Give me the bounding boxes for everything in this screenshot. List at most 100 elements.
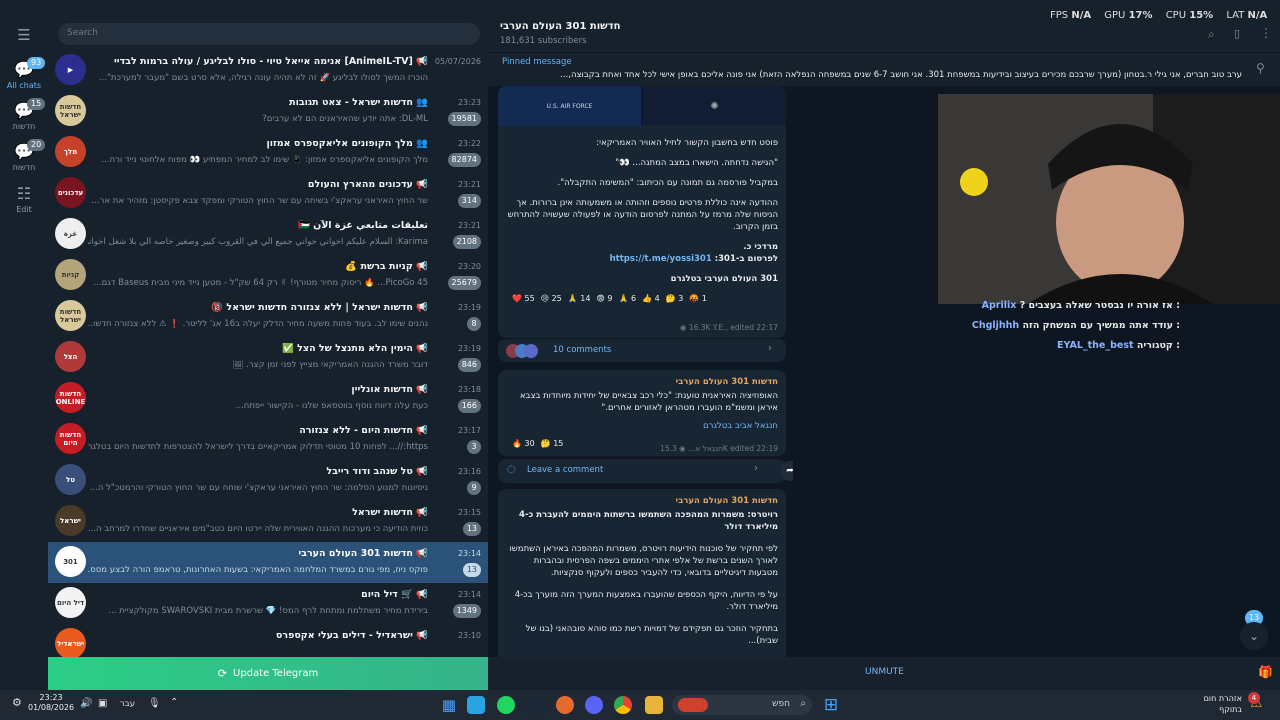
gift-icon[interactable]: 🎁 xyxy=(1258,665,1273,679)
reaction-chip[interactable]: 🙏 14 xyxy=(568,293,591,305)
folder-news-2[interactable]: 💬 20 חדשות xyxy=(0,139,48,172)
chat-avatar: חדשות היום xyxy=(55,423,86,454)
edited-time: edited 22:17 xyxy=(730,323,778,332)
sidebar-toggle-icon[interactable]: ▯ xyxy=(1234,27,1240,40)
channel-post: U.S. AIR FORCE ✺ פוסט חדש בחשבון הקשור ל… xyxy=(498,86,786,338)
eye-icon: ◉ xyxy=(679,444,686,453)
comments-link[interactable]: 10 comments xyxy=(553,345,611,355)
leave-comment-bar[interactable]: ◌ Leave a comment › xyxy=(498,459,786,483)
chat-row[interactable]: غزة تعليقات متابعي غزة الآن 🇵🇸 Karima: الس… xyxy=(48,214,488,255)
reaction-emoji: 🤔 xyxy=(540,439,551,448)
chat-row[interactable]: קניות 📢 קניות ברשת 💰 PicoGo 45... 🔥 ריסוק … xyxy=(48,255,488,296)
unmute-button[interactable]: UNMUTE xyxy=(865,667,904,677)
stream-chat-user: Aprilix xyxy=(981,300,1017,311)
start-icon[interactable]: ⊞ xyxy=(822,696,840,714)
edit-folders-button[interactable]: ☷ Edit xyxy=(0,184,48,214)
lat-label: LAT xyxy=(1226,10,1245,21)
chat-row[interactable]: חדשות היום 📢 חדשות היום - ללא צנזורה https… xyxy=(48,419,488,460)
network-icon[interactable]: ▣ xyxy=(98,698,107,709)
chevron-right-icon: › xyxy=(754,463,758,474)
chat-row[interactable]: 301 📢 חדשות 301 העולם הערבי פוקס ניוז, מפי… xyxy=(48,542,488,583)
reaction-chip[interactable]: 🔥 30 xyxy=(512,438,535,450)
stream-chat-text: : עודד אתה ממשיך עם המשחק הזה xyxy=(1022,320,1181,331)
discord-taskbar-icon[interactable] xyxy=(585,696,603,714)
pinned-message-bar[interactable]: Pinned message ערב טוב חברים, אני גילי ר… xyxy=(488,52,1280,86)
chat-row[interactable]: חדשות ONLINE 📢 חדשות אונליין כעת עלה דיווח… xyxy=(48,378,488,419)
post-link[interactable]: חנגאל אביב בטלגרם xyxy=(498,420,786,432)
post-image[interactable]: U.S. AIR FORCE ✺ xyxy=(498,86,786,126)
chat-row[interactable]: חדשות ישראל 📢 חדשות ישראל | ללא צנזורה חד… xyxy=(48,296,488,337)
post-channel-name: חדשות 301 העולם הערבי xyxy=(675,496,778,506)
reaction-chip[interactable]: 😨 9 xyxy=(596,293,612,305)
spotify-taskbar-icon[interactable] xyxy=(497,696,515,714)
post-paragraph: "הגישה נדחתה. הישארו במצב המתנה... 👀" xyxy=(615,158,778,168)
reaction-chip[interactable]: 🙏 6 xyxy=(618,293,636,305)
chat-avatar: 301 xyxy=(55,546,86,577)
publish-link[interactable]: https://t.me/yossi301 xyxy=(610,254,712,264)
chevron-up-icon[interactable]: ⌃ xyxy=(170,697,178,708)
chat-avatar: חדשות ישראל xyxy=(55,300,86,331)
language-indicator[interactable]: עבר xyxy=(120,699,135,709)
reaction-chip[interactable]: 😢 25 xyxy=(541,293,562,305)
clock[interactable]: 23:23 01/08/2026 xyxy=(28,693,74,713)
taskbar-search-box[interactable]: חפש ⌕ xyxy=(672,695,812,715)
gpu-label: GPU xyxy=(1104,10,1126,21)
chat-time: 23:18 xyxy=(457,385,481,394)
more-options-icon[interactable]: ⋮ xyxy=(1260,26,1272,40)
chat-preview: מלך הקופונים אליאקספרס אמזון: 📱 שימו לב … xyxy=(101,155,428,165)
volume-icon[interactable]: 🔊 xyxy=(80,698,92,709)
chat-row[interactable]: ▶ 📢 [AnimeIL-TV] אנימה אייאל טיוי - סולו … xyxy=(48,50,488,91)
weather-widget[interactable]: אזהרת חום בתוקף xyxy=(1180,693,1242,715)
reaction-emoji: 😢 xyxy=(540,294,550,303)
steam-taskbar-icon[interactable] xyxy=(527,696,545,714)
task-view-icon[interactable]: ▦ xyxy=(440,696,458,714)
search-input[interactable]: Search xyxy=(58,23,480,45)
share-button[interactable]: ➦ xyxy=(780,461,793,481)
reaction-chip[interactable]: 👍 4 xyxy=(642,293,660,305)
leave-comment-link[interactable]: Leave a comment xyxy=(527,465,603,475)
settings-icon[interactable]: ⚙ xyxy=(12,696,22,709)
reaction-chip[interactable]: ❤️ 55 xyxy=(512,293,535,305)
chat-title: 📢 חדשות אונליין xyxy=(351,384,428,395)
obs-taskbar-icon[interactable] xyxy=(556,696,574,714)
channel-title[interactable]: חדשות 301 העולם הערבי xyxy=(500,21,621,32)
search-icon[interactable]: ⌕ xyxy=(1208,27,1215,42)
reaction-chip[interactable]: 🤬 1 xyxy=(689,293,707,305)
reaction-chip[interactable]: 🤔 15 xyxy=(541,438,564,450)
comments-bar[interactable]: 10 comments › xyxy=(498,338,786,362)
reaction-chip[interactable]: 🤔 3 xyxy=(666,293,684,305)
pin-icon[interactable]: ⚲ xyxy=(1256,61,1265,75)
microphone-icon[interactable]: 🎙 xyxy=(148,698,161,709)
menu-icon[interactable]: ☰ xyxy=(16,26,32,44)
chat-title: 📢 קניות ברשת 💰 xyxy=(345,261,428,272)
chat-row[interactable]: טל 📢 טל שנהב ודוד רייבל ניסיונות למנוע הסל… xyxy=(48,460,488,501)
message-feed: U.S. AIR FORCE ✺ פוסט חדש בחשבון הקשור ל… xyxy=(488,86,793,657)
file-explorer-taskbar-icon[interactable] xyxy=(645,696,663,714)
folder-label: All chats xyxy=(6,81,42,90)
sliders-icon: ☷ xyxy=(16,184,32,203)
chat-preview: https://... לפחות 10 מטוסי תדלוק אמריקאי… xyxy=(88,442,428,452)
folder-all-chats[interactable]: 💬 93 All chats xyxy=(0,57,48,90)
chat-title: 📢 חדשות 301 העולם הערבי xyxy=(298,548,428,559)
chat-time: 23:19 xyxy=(457,344,481,353)
chat-row[interactable]: הצל 📢 הימין הלא מתנצל של הצל ✅ דובר משרד ה… xyxy=(48,337,488,378)
cpu-label: CPU xyxy=(1165,10,1187,21)
commenter-avatars xyxy=(506,344,544,358)
chat-row[interactable]: ישראל 📢 חדשות ישראל כוזית הודיעה כי מערכות… xyxy=(48,501,488,542)
update-telegram-button[interactable]: ⟳ Update Telegram xyxy=(48,657,488,690)
chat-row[interactable]: דיל היום 📢 🛒 דיל היום בירידת מחיר משתלמת ו… xyxy=(48,583,488,624)
chat-time: 23:21 xyxy=(457,221,481,230)
chat-row[interactable]: חדשות ישראל 👥 חדשות ישראל - צאט תגובות DL-… xyxy=(48,91,488,132)
update-label: Update Telegram xyxy=(233,668,319,679)
chrome-taskbar-icon[interactable] xyxy=(614,696,632,714)
scroll-down-button[interactable]: ⌄ xyxy=(1240,622,1268,650)
chat-time: 23:20 xyxy=(457,262,481,271)
chat-row[interactable]: מלך 👥 מלך הקופונים אליאקספרס אמזון מלך הקו… xyxy=(48,132,488,173)
reaction-count: 9 xyxy=(607,294,613,303)
telegram-taskbar-icon[interactable] xyxy=(467,696,485,714)
channel-footer: UNMUTE 🎁 xyxy=(488,657,1280,690)
air-force-logo: U.S. AIR FORCE xyxy=(498,86,641,126)
folder-news-1[interactable]: 💬 15 חדשות xyxy=(0,98,48,131)
chat-row[interactable]: עדכונים 📢 עדכונים מהארץ והעולם שר החוץ האי… xyxy=(48,173,488,214)
reaction-emoji: 🤔 xyxy=(665,294,676,303)
